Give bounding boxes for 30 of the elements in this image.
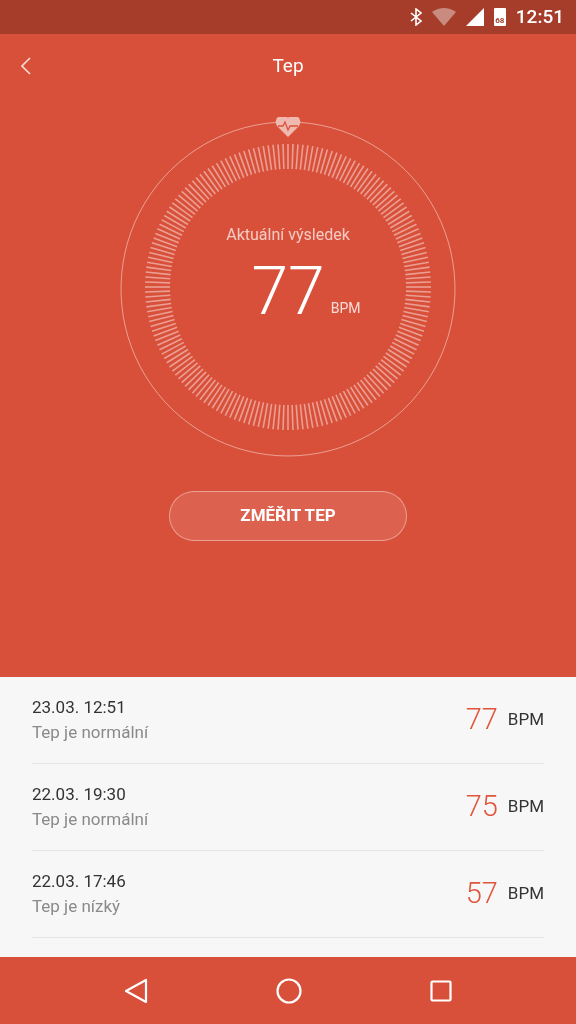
bpm-unit: BPM (507, 882, 544, 906)
bluetooth-icon (409, 8, 422, 26)
measurement-bpm: 75 (465, 788, 498, 826)
recents-nav-button[interactable] (430, 979, 452, 1002)
bpm-unit: BPM (507, 708, 544, 732)
measurement-bpm: 57 (465, 875, 498, 913)
current-bpm: 77 (251, 257, 325, 327)
bpm-unit: BPM (507, 795, 544, 819)
measurement-bpm: 77 (465, 701, 498, 739)
page-title: Tep (272, 52, 304, 79)
triangle-icon (124, 977, 148, 1004)
measurement-time: 23.03. 12:51 (32, 695, 127, 719)
back-icon (21, 57, 31, 75)
home-nav-button[interactable] (276, 977, 302, 1004)
measurement-time: 22.03. 17:46 (32, 869, 126, 893)
measurement-status: Tep je normální (32, 721, 149, 744)
circle-icon (276, 977, 302, 1004)
clock: 12:51 (515, 3, 564, 30)
measure-button[interactable]: ZMĚŘIT TEP (169, 491, 407, 541)
measurement-status: Tep je nízký (32, 895, 122, 918)
measurement-status: Tep je normální (32, 808, 149, 831)
bpm-unit: BPM (330, 299, 361, 318)
heart-icon (275, 117, 301, 137)
signal-icon (465, 8, 484, 26)
wifi-icon (431, 8, 456, 26)
battery-level: 68 (495, 16, 505, 26)
dial-label: Aktuální výsledek (226, 224, 350, 246)
back-nav-button[interactable] (124, 977, 148, 1004)
square-icon (430, 979, 452, 1002)
measurement-time: 22.03. 19:30 (32, 782, 127, 806)
